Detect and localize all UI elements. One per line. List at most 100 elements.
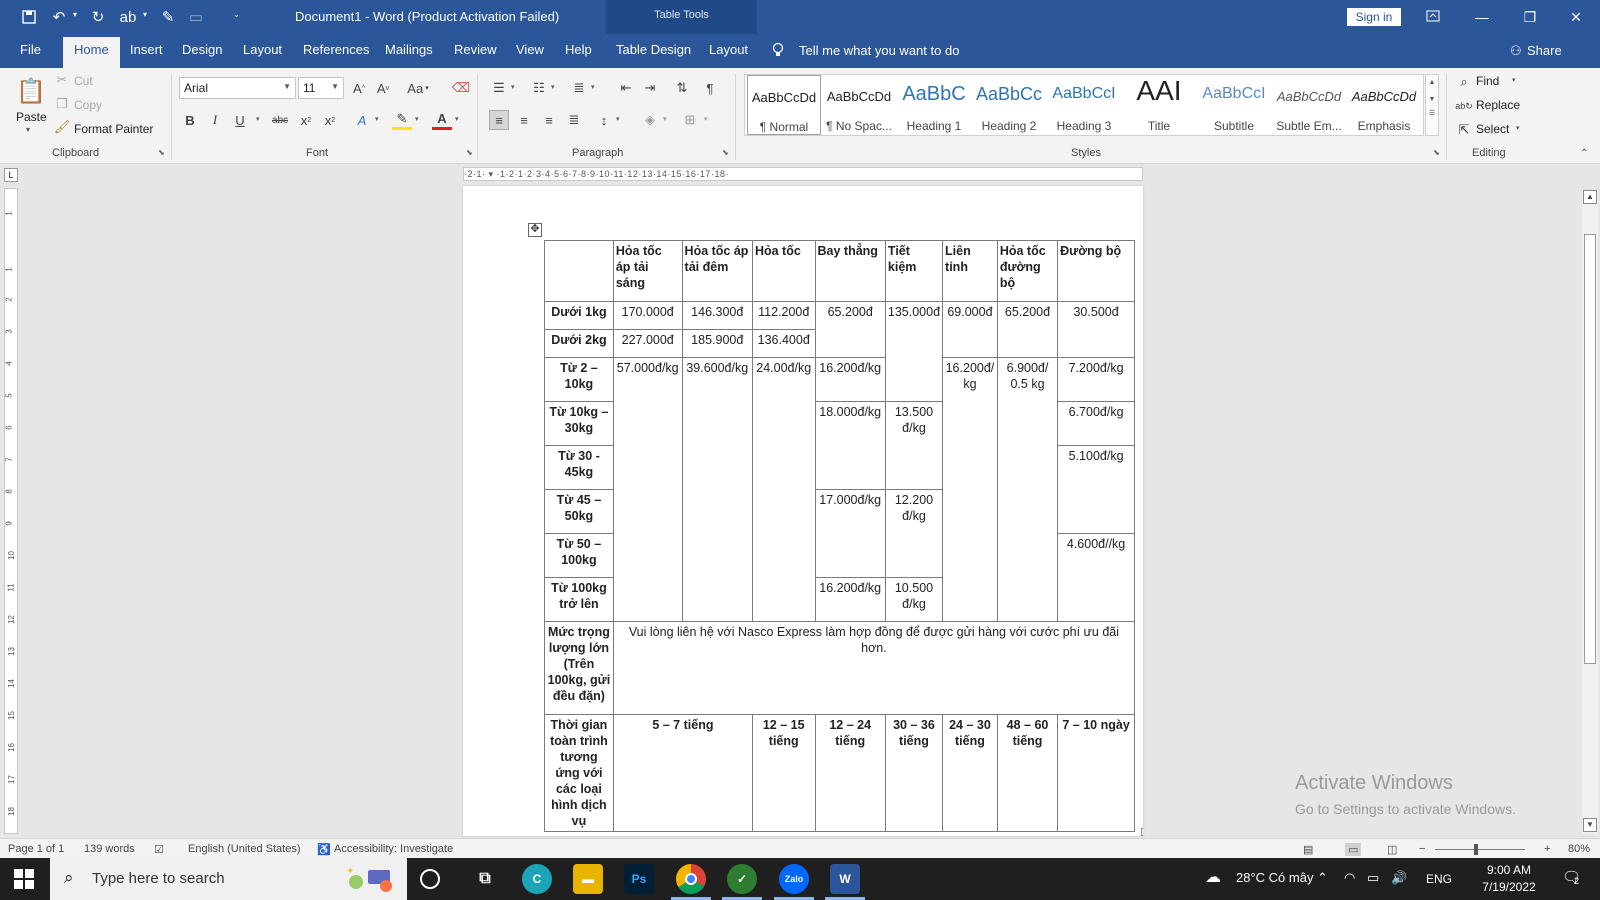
table-cell[interactable]: 185.900đ <box>681 329 753 358</box>
close-icon[interactable]: ✕ <box>1564 6 1588 28</box>
word-icon[interactable]: W <box>830 864 860 894</box>
row-label-cell[interactable]: Từ 30 - 45kg <box>544 445 614 490</box>
time-cell[interactable]: 48 – 60 tiếng <box>996 714 1059 832</box>
font-color-icon[interactable]: A <box>432 110 452 130</box>
cut-button[interactable]: Cut <box>74 74 93 88</box>
photoshop-icon[interactable]: Ps <box>624 864 654 894</box>
draw-icon[interactable]: ✎ <box>157 6 179 28</box>
table-cell[interactable]: 57.000đ/kg <box>612 357 683 622</box>
tab-table-layout[interactable]: Layout <box>709 42 748 57</box>
header-cell[interactable]: Đường bộ <box>1057 240 1135 302</box>
web-layout-icon[interactable]: ◫ <box>1387 843 1397 856</box>
time-cell[interactable]: 12 – 24 tiếng <box>814 714 886 832</box>
zoom-level[interactable]: 80% <box>1568 843 1590 855</box>
tab-insert[interactable]: Insert <box>130 42 163 57</box>
contact-note-cell[interactable]: Vui lòng liên hệ với Nasco Express làm h… <box>612 621 1136 715</box>
time-cell[interactable]: 30 – 36 tiếng <box>884 714 944 832</box>
proofing-icon[interactable]: ☑ <box>154 843 164 856</box>
tab-review[interactable]: Review <box>454 42 497 57</box>
subscript-icon[interactable]: x2 <box>296 110 316 130</box>
align-right-icon[interactable]: ≡ <box>539 110 559 130</box>
word-count[interactable]: 139 words <box>84 843 135 855</box>
multilevel-list-icon[interactable]: ≣ <box>569 78 589 98</box>
table-cell[interactable]: 135.000đ <box>884 301 944 402</box>
share-button[interactable]: Share <box>1527 43 1562 58</box>
table-cell[interactable]: 5.100đ/kg <box>1057 445 1135 534</box>
scroll-down-icon[interactable]: ▼ <box>1583 818 1597 832</box>
tab-view[interactable]: View <box>516 42 544 57</box>
table-cell[interactable]: 69.000đ <box>942 301 998 358</box>
file-explorer-icon[interactable]: ▬ <box>573 864 603 894</box>
zoom-slider[interactable] <box>1435 849 1525 850</box>
style-title[interactable]: AAI Title <box>1122 75 1196 135</box>
document-page[interactable]: ✥ Hỏa tốc áp tải sáng Hỏa tốc áp tải đêm… <box>463 186 1143 836</box>
row-label-cell[interactable]: Thời gian toàn trình tương ứng với các l… <box>544 714 614 832</box>
table-cell[interactable]: 16.200đ/kg <box>814 577 886 622</box>
increase-indent-icon[interactable]: ⇥ <box>640 78 660 98</box>
undo-icon[interactable]: ↶ <box>48 6 70 28</box>
cortana-icon[interactable] <box>420 869 440 889</box>
borders-icon[interactable]: ⊞ <box>680 110 700 130</box>
row-label-cell[interactable]: Dưới 1kg <box>544 301 614 330</box>
weather-cloud-icon[interactable]: ☁ <box>1205 867 1221 887</box>
font-launcher-icon[interactable]: ⬊ <box>466 148 475 157</box>
collapse-ribbon-icon[interactable]: ⌃ <box>1580 148 1588 159</box>
chevron-up-icon[interactable]: ▲ <box>1426 79 1438 86</box>
clear-formatting-icon[interactable]: ⌫ <box>451 78 471 98</box>
row-label-cell[interactable]: Từ 10kg – 30kg <box>544 401 614 446</box>
clock[interactable]: 9:00 AM 7/19/2022 <box>1464 862 1554 896</box>
line-spacing-icon[interactable]: ↕ <box>594 110 614 130</box>
align-center-icon[interactable]: ≡ <box>514 110 534 130</box>
sign-in-button[interactable]: Sign in <box>1347 8 1401 26</box>
table-cell[interactable]: 65.200đ <box>996 301 1059 358</box>
bullets-icon[interactable]: ☰ <box>489 78 509 98</box>
table-cell[interactable]: 6.700đ/kg <box>1057 401 1135 446</box>
tab-home[interactable]: Home <box>63 37 120 68</box>
justify-icon[interactable]: ≣ <box>564 110 584 130</box>
align-left-icon[interactable]: ≡ <box>489 110 509 130</box>
repeat-icon[interactable]: ↻ <box>87 6 109 28</box>
tab-mailings[interactable]: Mailings <box>385 42 433 57</box>
header-cell[interactable]: Hỏa tốc đường bộ <box>996 240 1059 302</box>
superscript-icon[interactable]: x2 <box>320 110 340 130</box>
paste-button[interactable]: Paste <box>16 110 47 124</box>
styles-launcher-icon[interactable]: ⬊ <box>1433 148 1442 157</box>
highlight-icon[interactable]: ✎ <box>392 110 412 130</box>
select-dropdown-icon[interactable]: ▾ <box>1516 124 1520 132</box>
table-cell[interactable]: 24.00đ/kg <box>751 357 816 622</box>
table-cell[interactable]: 13.500 đ/kg <box>884 401 944 490</box>
shading-dropdown-icon[interactable]: ▾ <box>663 115 667 123</box>
read-mode-icon[interactable]: ▤ <box>1303 843 1313 856</box>
zoom-slider-thumb[interactable] <box>1474 844 1478 855</box>
time-cell[interactable]: 5 – 7 tiếng <box>612 714 753 832</box>
table-cell[interactable]: 18.000đ/kg <box>814 401 886 490</box>
table-cell[interactable]: 10.500 đ/kg <box>884 577 944 622</box>
horizontal-ruler[interactable]: ·2·1· ▾ ·1·2·1·2·3·4·5·6·7·8·9·10·11·12·… <box>463 167 1143 181</box>
table-cell[interactable]: 39.600đ/kg <box>681 357 753 622</box>
style-subtitle[interactable]: AaBbCcI Subtitle <box>1197 75 1271 135</box>
clipchamp-icon[interactable]: C <box>522 864 552 894</box>
spelling-dropdown-icon[interactable]: ▾ <box>143 10 147 19</box>
underline-dropdown-icon[interactable]: ▾ <box>256 115 260 123</box>
undo-dropdown-icon[interactable]: ▾ <box>73 10 77 19</box>
coccoc-icon[interactable]: ✓ <box>727 864 757 894</box>
row-label-cell[interactable]: Từ 100kg trở lên <box>544 577 614 622</box>
table-cell[interactable]: 16.200đ/ kg <box>942 357 998 622</box>
find-button[interactable]: Find <box>1476 74 1499 88</box>
table-cell[interactable]: 227.000đ <box>612 329 683 358</box>
header-cell[interactable]: Bay thẳng <box>814 240 886 302</box>
row-label-cell[interactable]: Dưới 2kg <box>544 329 614 358</box>
table-cell[interactable]: 170.000đ <box>612 301 683 330</box>
chevron-up-icon[interactable]: ⌃ <box>1317 870 1328 886</box>
table-cell[interactable]: 65.200đ <box>814 301 886 358</box>
table-cell[interactable]: 16.200đ/kg <box>814 357 886 402</box>
tab-design[interactable]: Design <box>182 42 222 57</box>
header-cell[interactable]: Liên tỉnh <box>942 240 998 302</box>
chevron-down-icon[interactable]: ▼ <box>1426 96 1438 103</box>
tell-me-search[interactable]: Tell me what you want to do <box>799 43 959 58</box>
weather-text[interactable]: 28°C Có mây <box>1236 870 1313 885</box>
table-cell[interactable]: 112.200đ <box>751 301 816 330</box>
header-cell[interactable]: Hỏa tốc áp tải sáng <box>612 240 683 302</box>
tab-layout[interactable]: Layout <box>243 42 282 57</box>
time-cell[interactable]: 12 – 15 tiếng <box>751 714 816 832</box>
